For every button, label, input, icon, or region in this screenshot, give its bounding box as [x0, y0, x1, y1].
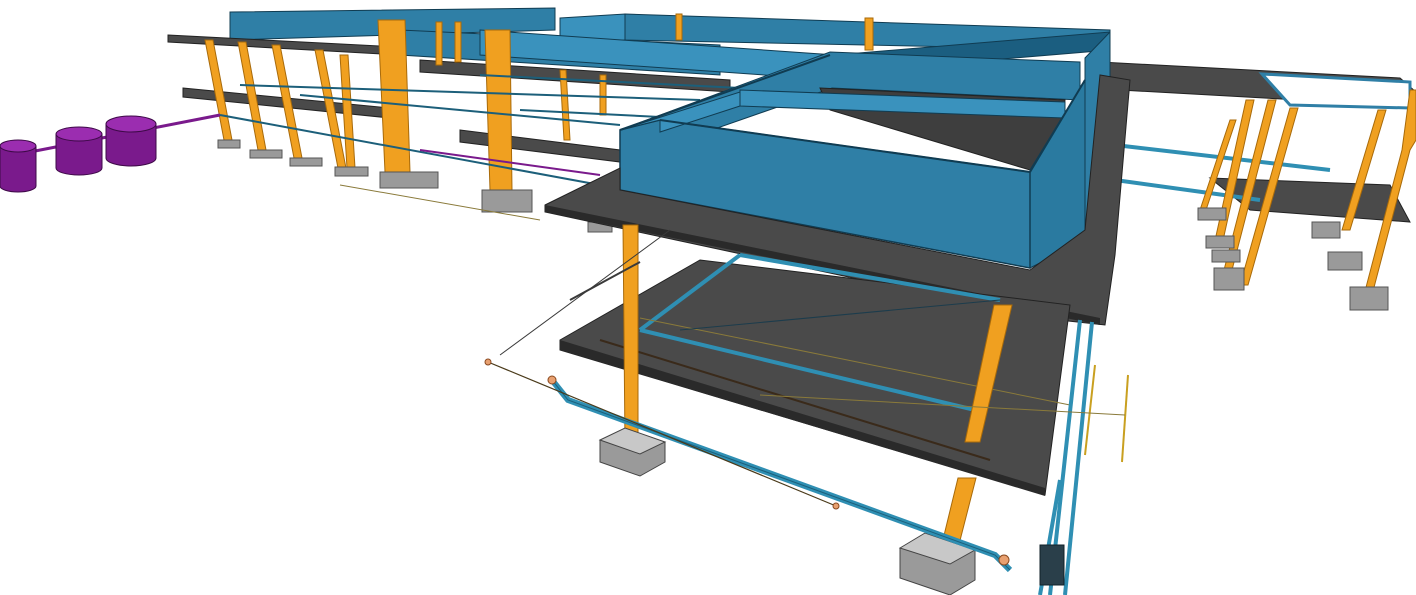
water-pipe[interactable]: [239, 84, 701, 101]
column-footing[interactable]: [217, 139, 241, 149]
structural-column[interactable]: [675, 13, 683, 41]
column-footing[interactable]: [1213, 267, 1245, 291]
water-tank[interactable]: [105, 115, 157, 167]
pipe-fitting[interactable]: [484, 358, 492, 366]
structural-column[interactable]: [864, 17, 874, 51]
column-footing[interactable]: [1349, 286, 1389, 311]
column-footing[interactable]: [249, 149, 283, 159]
column-footing[interactable]: [1327, 251, 1363, 271]
drain-pipe[interactable]: [1121, 374, 1129, 463]
column-footing[interactable]: [289, 157, 323, 167]
structural-column[interactable]: [454, 21, 462, 63]
water-tanks[interactable]: [0, 113, 221, 193]
water-tank[interactable]: [55, 126, 103, 176]
water-tank[interactable]: [0, 139, 37, 193]
structural-column[interactable]: [622, 224, 639, 446]
column-footing[interactable]: [481, 189, 533, 213]
building-slab[interactable]: [459, 129, 621, 163]
pipe-fitting[interactable]: [547, 375, 557, 385]
right-wing[interactable]: [1098, 61, 1416, 311]
pipe-fitting[interactable]: [1039, 544, 1065, 586]
3d-model-viewport[interactable]: [0, 0, 1416, 595]
column-footing[interactable]: [1205, 235, 1235, 249]
column-footing[interactable]: [1311, 221, 1341, 239]
column-footing[interactable]: [598, 427, 667, 477]
column-footing[interactable]: [1197, 207, 1227, 221]
water-pipe[interactable]: [1063, 321, 1094, 595]
column-footing[interactable]: [1211, 249, 1241, 263]
column-footing[interactable]: [379, 171, 439, 189]
structural-column[interactable]: [435, 21, 443, 66]
pipe-fitting[interactable]: [832, 502, 840, 510]
pipe-fitting[interactable]: [998, 554, 1010, 566]
structural-column[interactable]: [204, 39, 233, 141]
model-canvas[interactable]: [0, 0, 1416, 595]
column-footing[interactable]: [334, 166, 369, 177]
